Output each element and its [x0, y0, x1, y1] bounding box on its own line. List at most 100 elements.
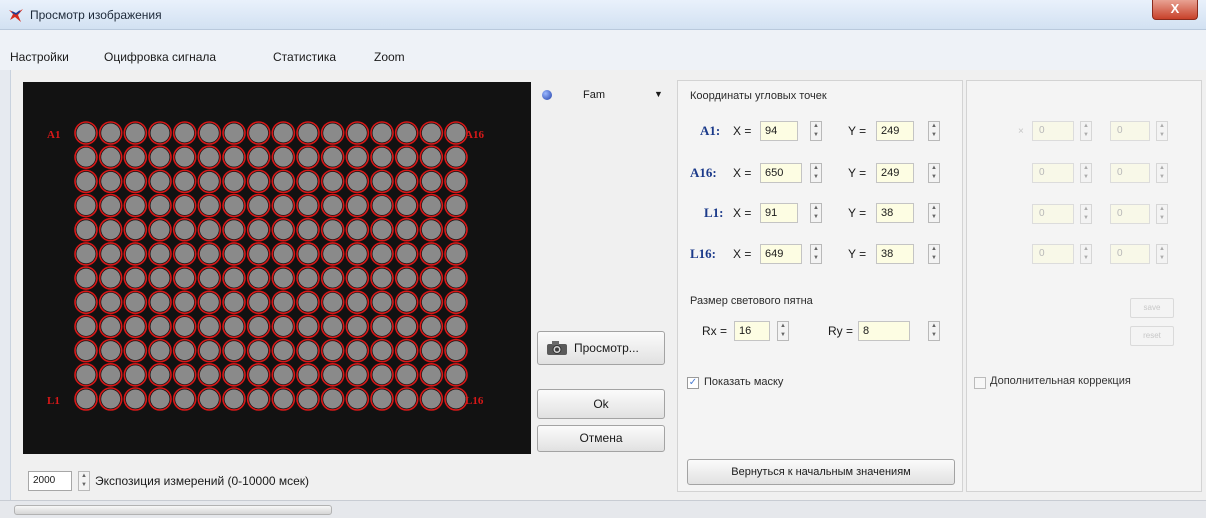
well	[323, 365, 343, 385]
well	[125, 316, 145, 336]
well	[347, 123, 367, 143]
well	[446, 341, 466, 361]
l1-y-spinner[interactable]: ▲ ▼	[928, 203, 940, 223]
well	[372, 389, 392, 409]
well	[347, 147, 367, 167]
extra-b-field[interactable]: 0	[1110, 121, 1150, 141]
well	[76, 365, 96, 385]
well	[372, 123, 392, 143]
a16-x-field[interactable]: 650	[760, 163, 802, 183]
show-mask-checkbox[interactable]: ✓	[687, 377, 699, 389]
spin-up-icon[interactable]: ▲	[79, 472, 89, 481]
cancel-button[interactable]: Отмена	[537, 425, 665, 452]
extra-b-field[interactable]: 0	[1110, 244, 1150, 264]
well	[150, 196, 170, 216]
ok-button[interactable]: Ok	[537, 389, 665, 419]
exposure-spinner[interactable]: ▲ ▼	[78, 471, 90, 491]
well	[224, 316, 244, 336]
rx-field[interactable]: 16	[734, 321, 770, 341]
extra-b-spinner[interactable]: ▲ ▼	[1156, 244, 1168, 264]
corner-label-top-right: A16	[465, 129, 484, 141]
l16-x-spinner[interactable]: ▲ ▼	[810, 244, 822, 264]
a1-y-field[interactable]: 249	[876, 121, 914, 141]
a1-x-field[interactable]: 94	[760, 121, 798, 141]
well	[421, 220, 441, 240]
l16-x-field[interactable]: 649	[760, 244, 802, 264]
well	[347, 341, 367, 361]
extra-b-spinner[interactable]: ▲ ▼	[1156, 204, 1168, 224]
extra-correction-checkbox[interactable]	[974, 377, 986, 389]
extra-a-spinner[interactable]: ▲ ▼	[1080, 163, 1092, 183]
y-label: Y =	[848, 247, 867, 261]
l1-x-field[interactable]: 91	[760, 203, 798, 223]
well	[150, 389, 170, 409]
extra-reset-button[interactable]: reset	[1130, 326, 1174, 346]
plate-image[interactable]: A1 A16 L1 L16	[23, 82, 531, 454]
well	[298, 316, 318, 336]
extra-a-spinner[interactable]: ▲ ▼	[1080, 244, 1092, 264]
extra-b-field[interactable]: 0	[1110, 204, 1150, 224]
exposure-input[interactable]: 2000	[28, 471, 72, 491]
well	[421, 123, 441, 143]
a16-x-spinner[interactable]: ▲ ▼	[810, 163, 822, 183]
a1-y-spinner[interactable]: ▲ ▼	[928, 121, 940, 141]
horizontal-scrollbar[interactable]	[14, 505, 332, 515]
a1-x-spinner[interactable]: ▲ ▼	[810, 121, 822, 141]
reset-defaults-button[interactable]: Вернуться к начальным значениям	[687, 459, 955, 485]
ry-field[interactable]: 8	[858, 321, 910, 341]
coordinates-panel	[677, 80, 963, 492]
well	[249, 171, 269, 191]
well	[421, 268, 441, 288]
l16-y-field[interactable]: 38	[876, 244, 914, 264]
extra-a-spinner[interactable]: ▲ ▼	[1080, 204, 1092, 224]
well	[298, 365, 318, 385]
a16-y-field[interactable]: 249	[876, 163, 914, 183]
well	[175, 292, 195, 312]
menu-signal-digitizing[interactable]: Оцифровка сигнала	[104, 50, 216, 64]
extra-a-spinner[interactable]: ▲ ▼	[1080, 121, 1092, 141]
l1-y-field[interactable]: 38	[876, 203, 914, 223]
point-name: A1:	[700, 123, 721, 138]
extra-a-field[interactable]: 0	[1032, 163, 1074, 183]
corner-label-bottom-left: L1	[47, 395, 60, 407]
well	[199, 171, 219, 191]
menu-statistics[interactable]: Статистика	[273, 50, 336, 64]
well	[249, 365, 269, 385]
well	[323, 341, 343, 361]
menu-zoom[interactable]: Zoom	[374, 50, 405, 64]
chevron-down-icon: ▼	[654, 89, 663, 99]
well	[175, 268, 195, 288]
extra-b-field[interactable]: 0	[1110, 163, 1150, 183]
well	[249, 220, 269, 240]
rx-spinner[interactable]: ▲ ▼	[777, 321, 789, 341]
extra-b-spinner[interactable]: ▲ ▼	[1156, 163, 1168, 183]
extra-b-spinner[interactable]: ▲ ▼	[1156, 121, 1168, 141]
extra-a-field[interactable]: 0	[1032, 244, 1074, 264]
extra-save-button[interactable]: save	[1130, 298, 1174, 318]
l1-x-spinner[interactable]: ▲ ▼	[810, 203, 822, 223]
extra-a-field[interactable]: 0	[1032, 204, 1074, 224]
well	[150, 268, 170, 288]
well	[199, 365, 219, 385]
dye-select[interactable]: Fam ▼	[537, 84, 670, 106]
menu-settings[interactable]: Настройки	[10, 50, 69, 64]
well	[249, 147, 269, 167]
well	[224, 292, 244, 312]
well	[273, 196, 293, 216]
plate-wells: A1 A16 L1 L16	[47, 121, 484, 411]
well	[372, 341, 392, 361]
extra-a-field[interactable]: 0	[1032, 121, 1074, 141]
preview-button[interactable]: Просмотр...	[537, 331, 665, 365]
l16-y-spinner[interactable]: ▲ ▼	[928, 244, 940, 264]
well	[298, 389, 318, 409]
well	[150, 316, 170, 336]
well	[175, 365, 195, 385]
well	[372, 220, 392, 240]
spin-down-icon[interactable]: ▼	[79, 481, 89, 490]
well	[199, 389, 219, 409]
well	[125, 268, 145, 288]
close-button[interactable]: X	[1152, 0, 1198, 20]
ry-spinner[interactable]: ▲ ▼	[928, 321, 940, 341]
a16-y-spinner[interactable]: ▲ ▼	[928, 163, 940, 183]
well	[298, 220, 318, 240]
